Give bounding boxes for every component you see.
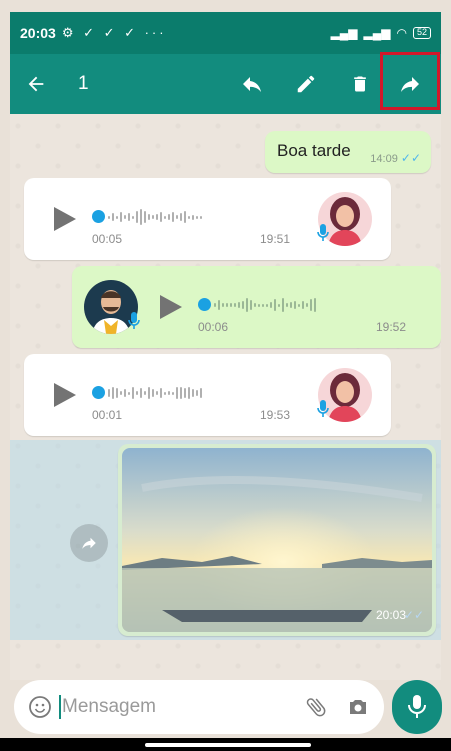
delete-icon[interactable] (340, 54, 380, 114)
home-indicator[interactable] (145, 743, 311, 747)
image-time: 20:03 (375, 608, 406, 622)
play-icon[interactable] (54, 207, 76, 231)
mic-icon (317, 400, 329, 418)
message-text-outgoing[interactable]: Boa tarde 14:09 ✓✓ (265, 131, 431, 173)
status-bar: 20:03 ⚙ ✓ ✓ ✓ ··· ▂▄▆ ▂▄▆ ◠ 52 (10, 12, 441, 54)
forward-shortcut-icon[interactable] (70, 524, 108, 562)
forward-button-highlight (380, 52, 440, 110)
status-right-icons: ▂▄▆ ▂▄▆ ◠ 52 (331, 26, 431, 40)
message-text: Boa tarde (277, 141, 351, 160)
emoji-icon[interactable] (28, 695, 52, 724)
voice-time: 19:53 (260, 408, 291, 422)
selected-count: 1 (78, 73, 89, 94)
play-icon[interactable] (54, 383, 76, 407)
selection-toolbar: 1 (10, 54, 441, 114)
chat-area: Boa tarde 14:09 ✓✓ 00:05 19:51 00:06 19:… (10, 114, 441, 680)
voice-time: 19:51 (260, 232, 291, 246)
waveform[interactable] (108, 208, 202, 226)
edit-icon[interactable] (286, 54, 326, 114)
camera-icon[interactable] (346, 695, 370, 724)
mic-icon (128, 312, 140, 330)
sunset-photo[interactable]: 20:03 ✓✓ (122, 448, 432, 632)
status-time: 20:03 (20, 25, 56, 41)
notification-icons: ⚙ ✓ ✓ ✓ ··· (61, 25, 167, 40)
back-arrow-icon[interactable] (16, 54, 56, 114)
record-voice-button[interactable] (392, 680, 442, 734)
double-check-icon: ✓✓ (403, 608, 424, 622)
voice-message-incoming[interactable]: 00:01 19:53 (24, 354, 391, 436)
waveform[interactable] (108, 384, 202, 402)
voice-duration: 00:01 (92, 408, 123, 422)
battery-icon: 52 (412, 27, 431, 39)
text-caret (59, 695, 61, 719)
voice-duration: 00:06 (198, 320, 229, 334)
message-input[interactable]: Mensagem (62, 696, 156, 718)
attach-icon[interactable] (304, 695, 328, 724)
message-meta: 14:09 ✓✓ (370, 151, 421, 165)
voice-time: 19:52 (376, 320, 407, 334)
system-nav-bar (0, 738, 451, 751)
message-time: 14:09 (370, 153, 398, 165)
seek-handle[interactable] (92, 386, 105, 399)
voice-duration: 00:05 (92, 232, 123, 246)
seek-handle[interactable] (92, 210, 105, 223)
image-message-outgoing[interactable]: 20:03 ✓✓ (118, 444, 436, 636)
signal-icon: ▂▄▆ (330, 26, 358, 40)
double-check-icon: ✓✓ (400, 151, 421, 165)
reply-icon[interactable] (232, 54, 272, 114)
seek-handle[interactable] (198, 298, 211, 311)
voice-message-incoming[interactable]: 00:05 19:51 (24, 178, 391, 260)
mic-icon (408, 695, 426, 718)
signal-icon-2: ▂▄▆ (363, 26, 391, 40)
message-input-bar: Mensagem (14, 680, 384, 734)
wifi-icon: ◠ (396, 26, 407, 40)
waveform[interactable] (214, 296, 316, 314)
voice-message-outgoing[interactable]: 00:06 19:52 (72, 266, 441, 348)
mic-icon (317, 224, 329, 242)
play-icon[interactable] (160, 295, 182, 319)
